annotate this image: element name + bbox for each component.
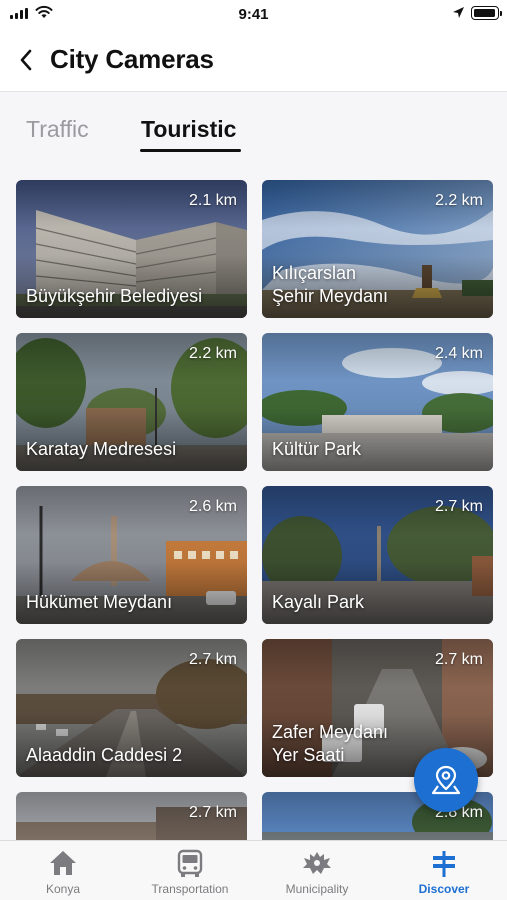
camera-distance: 2.2 km xyxy=(434,192,483,209)
category-tabs: Traffic Touristic xyxy=(0,92,507,160)
tab-discover[interactable]: Discover xyxy=(381,841,507,900)
camera-distance: 2.7 km xyxy=(188,804,237,821)
camera-name: Kılıçarslan Şehir Meydanı xyxy=(272,263,389,306)
signpost-icon xyxy=(433,851,455,877)
camera-name: Hükümet Meydanı xyxy=(26,592,173,612)
camera-name: Karatay Medresesi xyxy=(26,439,177,459)
status-time: 9:41 xyxy=(238,6,269,23)
chevron-left-icon xyxy=(20,49,32,71)
home-icon xyxy=(50,851,76,875)
emblem-icon xyxy=(303,852,331,874)
tab-traffic[interactable]: Traffic xyxy=(26,116,89,143)
camera-card[interactable]: 2.7 km Kayalı Park xyxy=(262,486,493,624)
tab-label: Municipality xyxy=(285,882,349,896)
camera-card[interactable]: 2.2 km Karatay Medresesi xyxy=(16,333,247,471)
bottom-tab-bar: Konya Transportation Municipality Discov… xyxy=(0,840,507,900)
camera-distance: 2.7 km xyxy=(434,651,483,668)
map-view-button[interactable] xyxy=(414,748,478,812)
back-button[interactable] xyxy=(10,44,42,76)
camera-name: Kültür Park xyxy=(272,439,362,459)
camera-card[interactable]: 2.1 km Büyükşehir Belediyesi xyxy=(16,180,247,318)
camera-card[interactable]: 2.2 km Kılıçarslan Şehir Meydanı xyxy=(262,180,493,318)
camera-distance: 2.6 km xyxy=(188,498,237,515)
bus-icon xyxy=(177,849,203,877)
camera-name: Büyükşehir Belediyesi xyxy=(26,286,203,306)
tab-touristic[interactable]: Touristic xyxy=(141,116,236,143)
navigation-bar: City Cameras xyxy=(0,28,507,92)
battery-icon xyxy=(471,6,502,20)
camera-name: Alaaddin Caddesi 2 xyxy=(26,745,183,765)
camera-distance: 2.7 km xyxy=(188,651,237,668)
camera-card[interactable]: 2.6 km Hükümet Meydanı xyxy=(16,486,247,624)
camera-distance: 2.7 km xyxy=(434,498,483,515)
tab-selected-indicator xyxy=(140,149,241,152)
tab-konya[interactable]: Konya xyxy=(0,841,126,900)
tab-label: Discover xyxy=(418,882,470,896)
tab-label: Konya xyxy=(45,882,81,896)
camera-grid: 2.1 km Büyükşehir Belediyesi 2.2 km Kılı… xyxy=(16,180,493,840)
camera-distance: 2.2 km xyxy=(188,345,237,362)
camera-distance: 2.1 km xyxy=(188,192,237,209)
page-title: City Cameras xyxy=(50,44,214,74)
status-bar: 9:41 xyxy=(0,0,507,28)
camera-card[interactable]: 2.4 km Kültür Park xyxy=(262,333,493,471)
camera-distance: 2.4 km xyxy=(434,345,483,362)
map-pin-icon xyxy=(431,765,461,795)
tab-municipality[interactable]: Municipality xyxy=(254,841,380,900)
location-arrow-icon xyxy=(453,7,464,18)
camera-card[interactable]: 2.7 km xyxy=(16,792,247,840)
tab-transportation[interactable]: Transportation xyxy=(127,841,253,900)
camera-card[interactable]: 2.7 km Alaaddin Caddesi 2 xyxy=(16,639,247,777)
tab-label: Transportation xyxy=(151,882,229,896)
camera-name: Kayalı Park xyxy=(272,592,365,612)
